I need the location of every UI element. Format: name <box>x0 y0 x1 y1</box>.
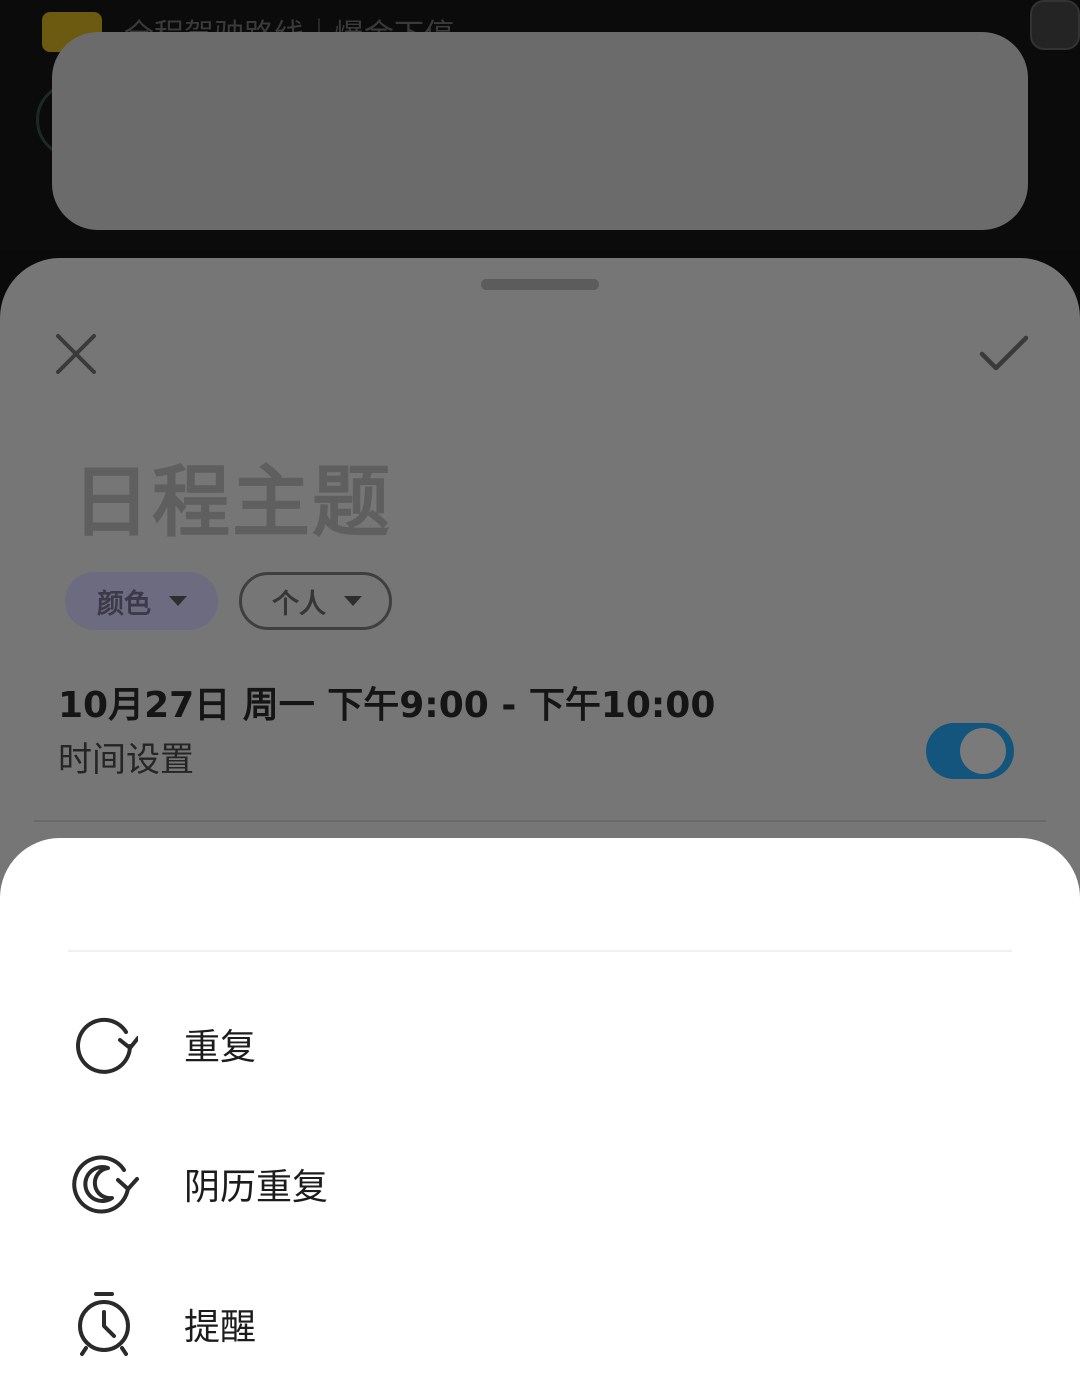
chevron-down-icon <box>344 596 362 606</box>
menu-item-reminder[interactable]: 提醒 <box>0 1264 1080 1384</box>
sheet-grabber[interactable] <box>481 279 599 290</box>
event-datetime[interactable]: 10月27日 周一 下午9:00 - 下午10:00 <box>58 676 715 728</box>
close-icon <box>56 334 96 374</box>
screen: 全程驾驶路线｜爆金下停 日程主题 颜色 个人 10月27日 周一 <box>0 0 1080 1390</box>
lunar-repeat-icon <box>66 1146 142 1222</box>
repeat-icon <box>66 1006 142 1082</box>
toggle-knob <box>960 728 1006 774</box>
menu-item-label: 重复 <box>184 1027 257 1068</box>
calendar-picker-chip[interactable]: 个人 <box>239 572 392 630</box>
menu-item-label: 提醒 <box>184 1307 257 1348</box>
reminder-alarm-icon <box>66 1286 142 1362</box>
divider <box>34 820 1046 822</box>
chevron-down-icon <box>169 596 187 606</box>
time-setting-toggle[interactable] <box>926 723 1014 779</box>
color-chip-label: 颜色 <box>97 588 151 620</box>
color-picker-chip[interactable]: 颜色 <box>65 572 218 630</box>
menu-item-lunar-repeat[interactable]: 阴历重复 <box>0 1124 1080 1244</box>
options-menu-sheet: 重复 阴历重复 提醒 <box>0 838 1080 1390</box>
event-title-input[interactable]: 日程主题 <box>72 440 392 552</box>
background-avatar <box>1030 0 1080 50</box>
calendar-chip-label: 个人 <box>272 588 326 620</box>
divider <box>68 950 1012 952</box>
menu-item-label: 阴历重复 <box>184 1167 329 1208</box>
time-setting-label: 时间设置 <box>58 740 194 780</box>
close-button[interactable] <box>46 324 106 384</box>
menu-item-repeat[interactable]: 重复 <box>0 984 1080 1104</box>
floating-banner <box>52 32 1028 230</box>
confirm-button[interactable] <box>974 324 1034 384</box>
check-icon <box>979 335 1029 371</box>
